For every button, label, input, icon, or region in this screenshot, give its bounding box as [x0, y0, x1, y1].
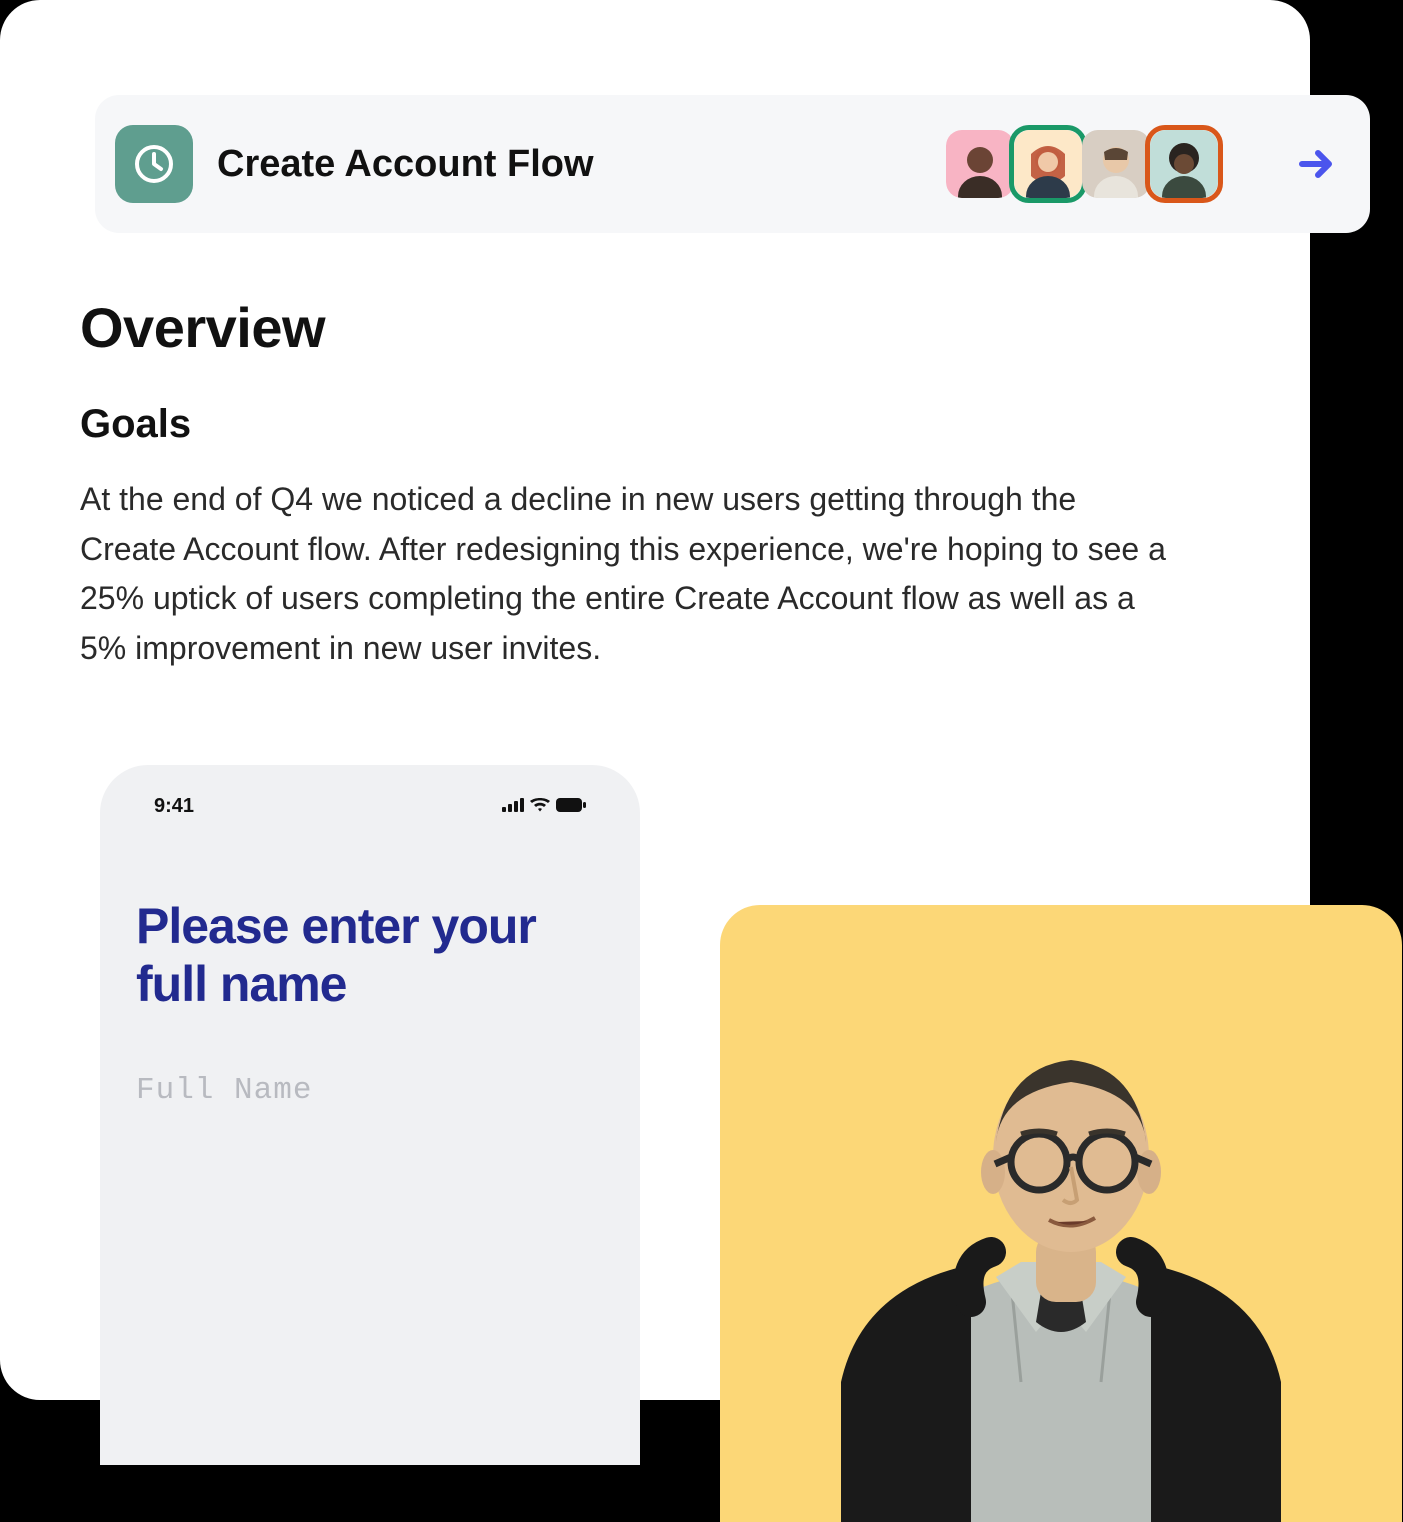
phone-status-icons [502, 795, 586, 818]
open-arrow-button[interactable] [1292, 140, 1340, 188]
phone-time: 9:41 [154, 795, 194, 818]
full-name-input[interactable]: Full Name [136, 1073, 604, 1108]
goals-heading: Goals [80, 402, 1230, 447]
avatar[interactable] [941, 125, 1019, 203]
phone-mockup: 9:41 Please enter your full name Full Na… [100, 765, 640, 1465]
collaborator-avatars[interactable] [941, 125, 1223, 203]
document-content: Overview Goals At the end of Q4 we notic… [80, 295, 1230, 673]
person-illustration [781, 982, 1341, 1522]
avatar[interactable] [1077, 125, 1155, 203]
clock-icon [115, 125, 193, 203]
overview-heading: Overview [80, 295, 1230, 360]
avatar[interactable] [1145, 125, 1223, 203]
document-header-bar[interactable]: Create Account Flow [95, 95, 1370, 233]
signal-icon [502, 795, 524, 818]
feature-person-photo [720, 905, 1402, 1522]
document-title: Create Account Flow [217, 143, 917, 186]
goals-body-text: At the end of Q4 we noticed a decline in… [80, 475, 1170, 673]
arrow-right-icon [1296, 144, 1336, 184]
phone-screen-heading: Please enter your full name [136, 898, 604, 1013]
avatar[interactable] [1009, 125, 1087, 203]
phone-status-bar: 9:41 [136, 795, 604, 818]
battery-icon [556, 795, 586, 818]
wifi-icon [530, 795, 550, 818]
